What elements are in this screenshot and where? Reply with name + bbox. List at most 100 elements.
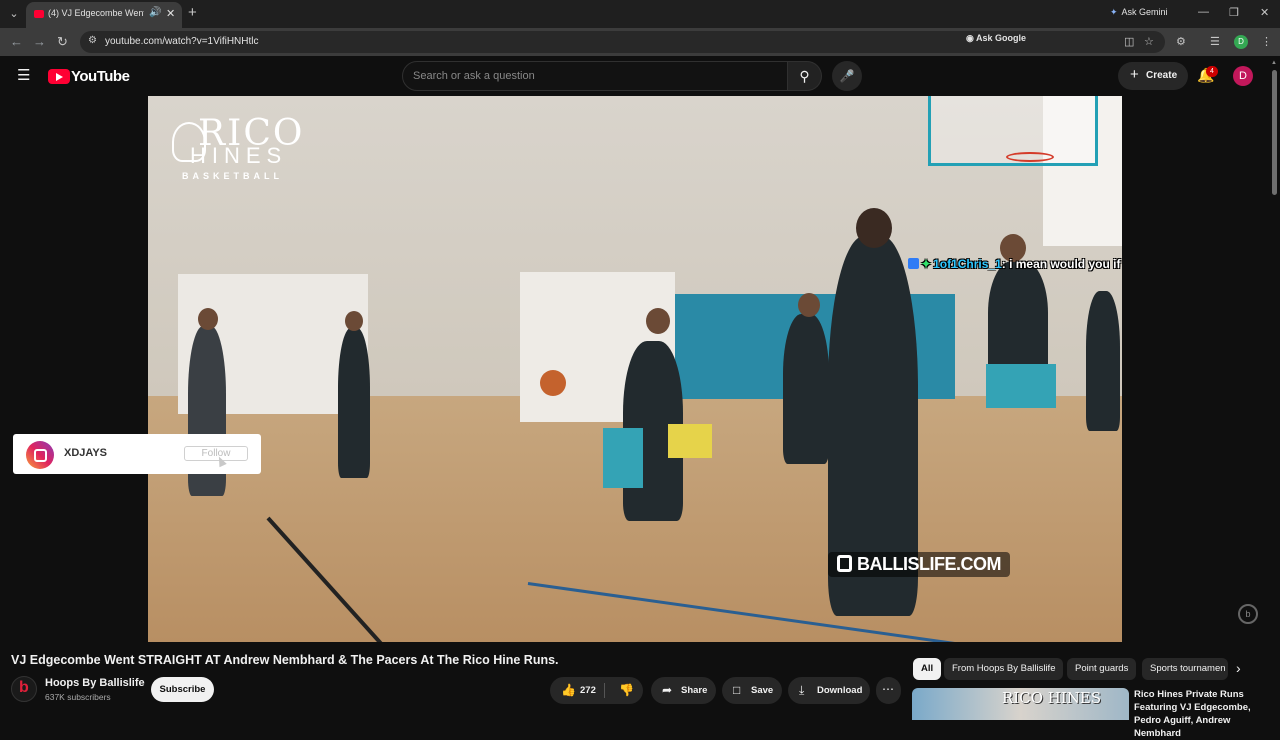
- chip-point-guards[interactable]: Point guards: [1067, 658, 1137, 680]
- tab-search-icon[interactable]: ⌄: [6, 6, 22, 22]
- search-icon: ⚲: [799, 68, 810, 84]
- speaker-icon[interactable]: 🔊: [149, 7, 161, 18]
- site-info-icon[interactable]: ⚙: [88, 35, 97, 46]
- google-lens-icon: ◉: [966, 33, 977, 43]
- new-tab-icon[interactable]: +: [188, 5, 197, 21]
- player-head: [646, 308, 670, 334]
- like-dislike-group: 👍 272 👎: [550, 677, 643, 704]
- create-button[interactable]: + Create: [1118, 62, 1188, 90]
- browser-profile-avatar[interactable]: D: [1234, 35, 1248, 49]
- youtube-logo-icon[interactable]: [48, 69, 70, 84]
- search-input[interactable]: Search or ask a question: [402, 61, 788, 91]
- more-actions-button[interactable]: ⋯: [876, 677, 901, 704]
- scroll-up-arrow-icon[interactable]: ▲: [1271, 60, 1277, 66]
- tab-title: (4) VJ Edgecombe Went STRAIGHT AT Andrew…: [48, 8, 144, 18]
- minimize-icon[interactable]: —: [1198, 6, 1209, 18]
- player-shorts: [668, 424, 712, 458]
- youtube-favicon-icon: [34, 10, 44, 18]
- search-placeholder: Search or ask a question: [413, 70, 535, 82]
- chat-star-icon: ✦: [921, 257, 932, 271]
- recommendation-thumbnail[interactable]: RICO HINES: [912, 688, 1129, 720]
- install-app-icon[interactable]: ◫: [1124, 35, 1134, 48]
- back-arrow-icon[interactable]: ←: [10, 34, 23, 50]
- youtube-wordmark[interactable]: YouTube: [71, 68, 130, 85]
- restore-icon[interactable]: ❐: [1229, 6, 1239, 19]
- basketball-rim: [1006, 152, 1054, 162]
- ask-google-button[interactable]: ◉ Ask Google: [966, 33, 1026, 44]
- rico-hines-logo: RICO HINES BASKETBALL: [172, 116, 312, 186]
- browser-tab-active[interactable]: (4) VJ Edgecombe Went STRAIGHT AT Andrew…: [26, 2, 182, 28]
- like-divider: [604, 683, 605, 698]
- save-label: Save: [751, 685, 774, 696]
- create-label: Create: [1146, 70, 1178, 81]
- notification-count-badge: 4: [1206, 66, 1218, 77]
- browser-tab-strip: ⌄ (4) VJ Edgecombe Went STRAIGHT AT Andr…: [0, 0, 1280, 28]
- microphone-icon: 🎤: [839, 69, 855, 83]
- live-chat-overlay: ✦1of1Chris_1: i mean would you if you wa…: [908, 257, 1122, 273]
- ballislife-channel-watermark-icon[interactable]: b: [1238, 604, 1258, 624]
- chip-from-channel[interactable]: From Hoops By Ballislife: [944, 658, 1064, 680]
- chat-message: : i mean would you if you was in the nba…: [1001, 257, 1122, 271]
- ask-gemini-label: Ask Gemini: [1121, 7, 1168, 17]
- player-shorts: [603, 428, 643, 488]
- browser-menu-icon[interactable]: ⋮: [1261, 35, 1272, 48]
- subscriber-count: 637K subscribers: [45, 692, 111, 702]
- chat-badge-icon: [908, 258, 919, 269]
- save-button[interactable]: □ Save: [722, 677, 782, 704]
- download-icon: ⤓: [799, 683, 805, 697]
- share-arrow-icon: ➦: [662, 683, 673, 697]
- channel-name[interactable]: Hoops By Ballislife: [45, 677, 145, 689]
- video-title: VJ Edgecombe Went STRAIGHT AT Andrew Nem…: [11, 653, 559, 667]
- ballislife-logo-icon: [837, 555, 852, 572]
- player-figure: [783, 314, 829, 464]
- hamburger-menu-icon[interactable]: ☰: [17, 68, 30, 83]
- player-head: [856, 208, 892, 248]
- thumbnail-logo-text: RICO HINES: [1002, 689, 1102, 707]
- ballislife-watermark: BALLISLIFE.COM: [828, 552, 1010, 577]
- player-head: [345, 311, 363, 331]
- download-label: Download: [817, 685, 863, 696]
- share-button[interactable]: ➦ Share: [651, 677, 716, 704]
- media-controls-icon[interactable]: ☰: [1210, 35, 1220, 48]
- plus-icon: +: [1130, 66, 1139, 83]
- ask-google-label: Ask Google: [976, 33, 1027, 43]
- chip-all[interactable]: All: [913, 658, 942, 680]
- forward-arrow-icon[interactable]: →: [33, 34, 46, 50]
- close-tab-icon[interactable]: ✕: [166, 7, 175, 20]
- bookmark-star-icon[interactable]: ☆: [1144, 35, 1154, 48]
- ask-gemini-button[interactable]: ✦ Ask Gemini: [1110, 7, 1168, 18]
- subscribe-button[interactable]: Subscribe: [151, 677, 214, 702]
- like-count[interactable]: 272: [580, 685, 596, 696]
- player-head: [198, 308, 218, 330]
- watermark-text: BALLISLIFE.COM: [857, 554, 1002, 574]
- player-head: [798, 293, 820, 317]
- player-figure: [1086, 291, 1120, 431]
- chevron-right-icon[interactable]: ›: [1236, 660, 1241, 676]
- video-player[interactable]: RICO HINES BASKETBALL ✦ 1of1Chris_1: i me…: [148, 96, 1122, 642]
- reload-icon[interactable]: ↻: [57, 34, 68, 50]
- search-button[interactable]: ⚲: [788, 61, 822, 91]
- url-text[interactable]: youtube.com/watch?v=1VifiHNHtlc: [105, 36, 259, 47]
- youtube-header: ☰ YouTube Search or ask a question ⚲ 🎤 +…: [0, 56, 1280, 96]
- rico-logo-bottom: BASKETBALL: [182, 171, 283, 181]
- extensions-icon[interactable]: ⚙: [1176, 35, 1186, 48]
- rico-logo-mid: HINES: [190, 143, 288, 168]
- player-shorts: [986, 364, 1056, 408]
- voice-search-button[interactable]: 🎤: [832, 61, 862, 91]
- more-horizontal-icon: ⋯: [882, 682, 894, 696]
- basketball: [540, 370, 566, 396]
- account-avatar[interactable]: D: [1233, 66, 1253, 86]
- instagram-icon: [26, 441, 54, 469]
- download-button[interactable]: ⤓ Download: [788, 677, 870, 704]
- chat-username: 1of1Chris_1: [933, 257, 1002, 271]
- thumbs-down-icon[interactable]: 👎: [619, 683, 634, 697]
- chip-sports-tournament[interactable]: Sports tournamen: [1142, 658, 1228, 680]
- page-scrollbar[interactable]: [1272, 70, 1277, 195]
- thumbs-up-icon[interactable]: 👍: [561, 683, 576, 697]
- bookmark-icon: □: [733, 683, 741, 697]
- window-close-icon[interactable]: ✕: [1260, 6, 1269, 19]
- channel-avatar[interactable]: [11, 676, 37, 702]
- recommendation-title[interactable]: Rico Hines Private Runs Featuring VJ Edg…: [1134, 688, 1274, 740]
- browser-toolbar: ← → ↻ ⚙ youtube.com/watch?v=1VifiHNHtlc …: [0, 28, 1280, 56]
- instagram-follow-card: XDJAYS Follow: [13, 434, 261, 474]
